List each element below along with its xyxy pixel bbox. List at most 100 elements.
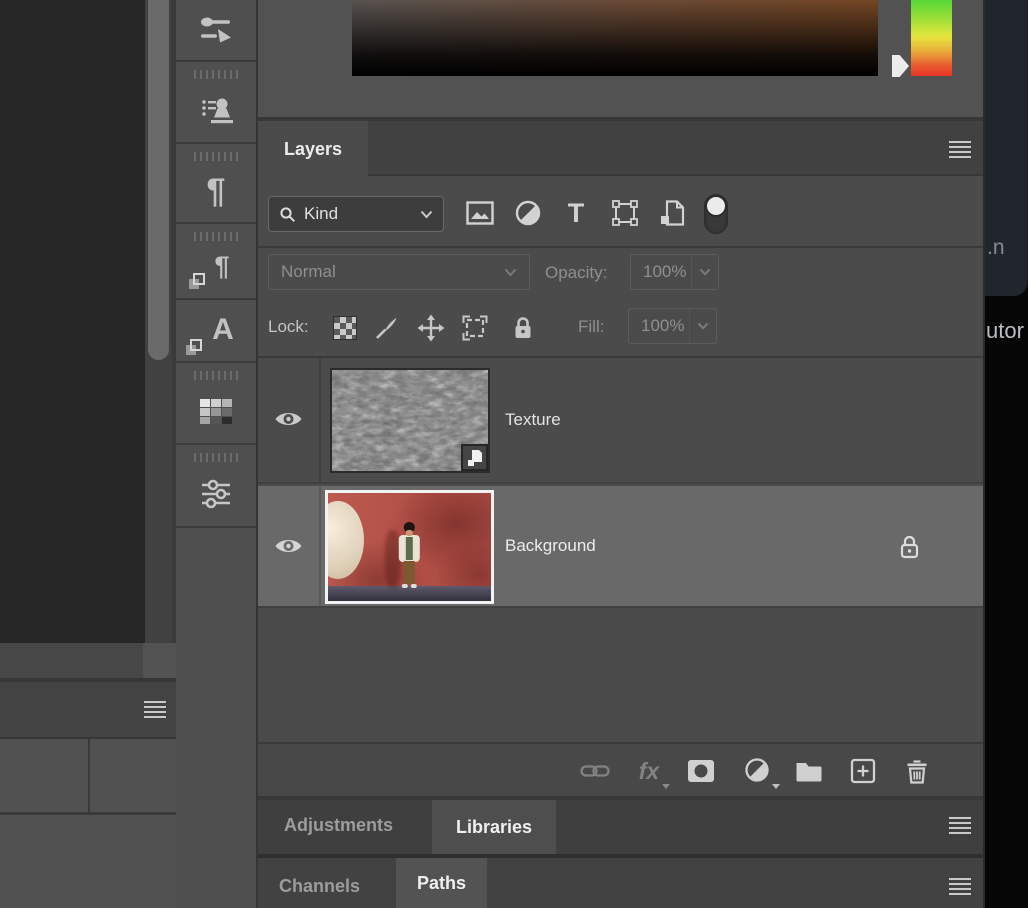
layer-thumbnail-background[interactable]	[325, 490, 494, 604]
visibility-eye-icon[interactable]	[274, 409, 304, 431]
fill-input[interactable]: 100%	[628, 308, 717, 344]
visibility-eye-icon[interactable]	[274, 536, 304, 558]
dock-item-properties[interactable]	[176, 447, 256, 528]
opacity-label: Opacity:	[545, 263, 607, 283]
layer-row-background[interactable]: Background	[258, 486, 983, 608]
layer-filter-row: Kind T	[258, 178, 983, 248]
layers-tab-label: Layers	[284, 139, 342, 160]
chevron-down-icon[interactable]	[689, 309, 716, 343]
properties-sliders-icon	[176, 462, 256, 526]
tab-paths[interactable]: Paths	[396, 858, 487, 908]
chevron-down-icon[interactable]	[691, 255, 718, 289]
dock-item-paragraph-styles[interactable]: ¶	[176, 226, 256, 300]
layers-panel-menu-icon[interactable]	[949, 141, 971, 158]
panel-menu-icon[interactable]	[949, 817, 971, 834]
layer-row-texture[interactable]: Texture	[258, 358, 983, 484]
filter-type-layers-icon[interactable]: T	[561, 198, 591, 228]
canvas-scrollbar-track[interactable]	[145, 0, 172, 643]
lock-artboard-icon[interactable]	[460, 313, 490, 343]
collapsed-panel-dock: ¶ ¶ A	[176, 0, 258, 908]
fill-label: Fill:	[578, 317, 604, 337]
layer-name-background: Background	[505, 536, 596, 556]
photo-person	[396, 522, 420, 588]
chevron-down-icon	[772, 784, 780, 789]
dock-grip-handle[interactable]	[194, 70, 238, 79]
photo-floor	[328, 586, 491, 601]
layers-bottom-toolbar: fx	[258, 744, 983, 796]
tab-adjustments[interactable]: Adjustments	[284, 815, 393, 836]
hue-slider[interactable]	[911, 0, 952, 76]
paths-tab-label: Paths	[417, 873, 466, 894]
panel-menu-icon[interactable]	[949, 878, 971, 895]
tab-layers[interactable]: Layers	[258, 121, 368, 178]
libraries-tab-label: Libraries	[456, 817, 532, 838]
panel-menu-icon[interactable]	[144, 701, 166, 718]
fx-glyph: fx	[639, 758, 659, 785]
document-canvas-area[interactable]	[0, 0, 145, 643]
blend-mode-dropdown[interactable]: Normal	[268, 254, 530, 290]
divider	[319, 486, 321, 606]
canvas-footer-strip	[0, 643, 176, 678]
dock-item-swatches[interactable]	[176, 365, 256, 445]
filter-shape-layers-icon[interactable]	[610, 198, 640, 228]
layer-thumbnail-texture[interactable]	[330, 368, 490, 473]
filter-smart-objects-icon[interactable]	[657, 198, 687, 228]
panel-column: Layers Kind T	[258, 0, 985, 908]
background-window: .n utor	[985, 0, 1028, 908]
search-icon	[279, 206, 296, 223]
background-text-fragment: utor	[986, 318, 1024, 344]
tab-channels[interactable]: Channels	[279, 876, 360, 897]
panel-tab-strip-2: Channels Paths	[258, 858, 983, 908]
layer-effects-fx-icon[interactable]: fx	[634, 756, 664, 786]
filter-toggle-switch[interactable]	[704, 194, 728, 234]
opacity-value: 100%	[631, 262, 686, 282]
filter-kind-label: Kind	[304, 204, 338, 224]
swatches-grid-icon	[176, 380, 256, 443]
color-saturation-field[interactable]	[352, 0, 878, 76]
filter-adjustment-layers-icon[interactable]	[513, 198, 543, 228]
lock-all-icon[interactable]	[508, 313, 538, 343]
blend-mode-value: Normal	[281, 262, 336, 282]
paragraph-styles-icon: ¶	[176, 241, 256, 298]
character-styles-icon: A	[176, 302, 256, 361]
chevron-down-icon	[420, 210, 433, 219]
color-panel	[258, 0, 983, 117]
chevron-down-icon	[504, 268, 517, 277]
dock-item-brush-settings[interactable]	[176, 0, 256, 62]
tab-libraries[interactable]: Libraries	[432, 800, 556, 854]
dock-item-character-styles[interactable]: A	[176, 302, 256, 363]
type-glyph: T	[568, 198, 585, 229]
toggle-ball	[707, 197, 725, 215]
panel-cell[interactable]	[0, 815, 176, 908]
layer-lock-icon[interactable]	[898, 534, 921, 560]
panel-cell[interactable]	[90, 739, 176, 812]
clone-source-icon	[176, 79, 256, 142]
dock-grip-handle[interactable]	[194, 453, 238, 462]
chevron-down-icon	[662, 784, 670, 789]
dock-grip-handle[interactable]	[194, 232, 238, 241]
add-layer-mask-icon[interactable]	[686, 756, 716, 786]
checkerboard-icon	[333, 316, 357, 340]
dock-item-clone-source[interactable]	[176, 64, 256, 144]
new-layer-icon[interactable]	[848, 756, 878, 786]
dock-grip-handle[interactable]	[194, 152, 238, 161]
filter-pixel-layers-icon[interactable]	[465, 198, 495, 228]
panel-cell[interactable]	[0, 739, 88, 812]
canvas-scrollbar-thumb[interactable]	[148, 0, 169, 360]
link-layers-icon[interactable]	[580, 756, 610, 786]
photoshop-workspace: ¶ ¶ A	[0, 0, 1028, 908]
hue-slider-arrow-icon[interactable]	[892, 55, 909, 77]
lock-position-icon[interactable]	[416, 313, 446, 343]
delete-layer-trash-icon[interactable]	[902, 756, 932, 786]
dock-grip-handle[interactable]	[194, 371, 238, 380]
filter-kind-dropdown[interactable]: Kind	[268, 196, 444, 232]
lock-pixels-icon[interactable]	[371, 313, 401, 343]
canvas-footer-corner	[143, 643, 176, 678]
new-adjustment-layer-icon[interactable]	[742, 756, 772, 786]
dock-item-paragraph[interactable]: ¶	[176, 146, 256, 224]
opacity-input[interactable]: 100%	[630, 254, 719, 290]
new-group-folder-icon[interactable]	[794, 756, 824, 786]
bottom-left-panel-header	[0, 682, 176, 737]
background-text-fragment: .n	[987, 236, 1005, 260]
lock-transparency-icon[interactable]	[330, 313, 360, 343]
